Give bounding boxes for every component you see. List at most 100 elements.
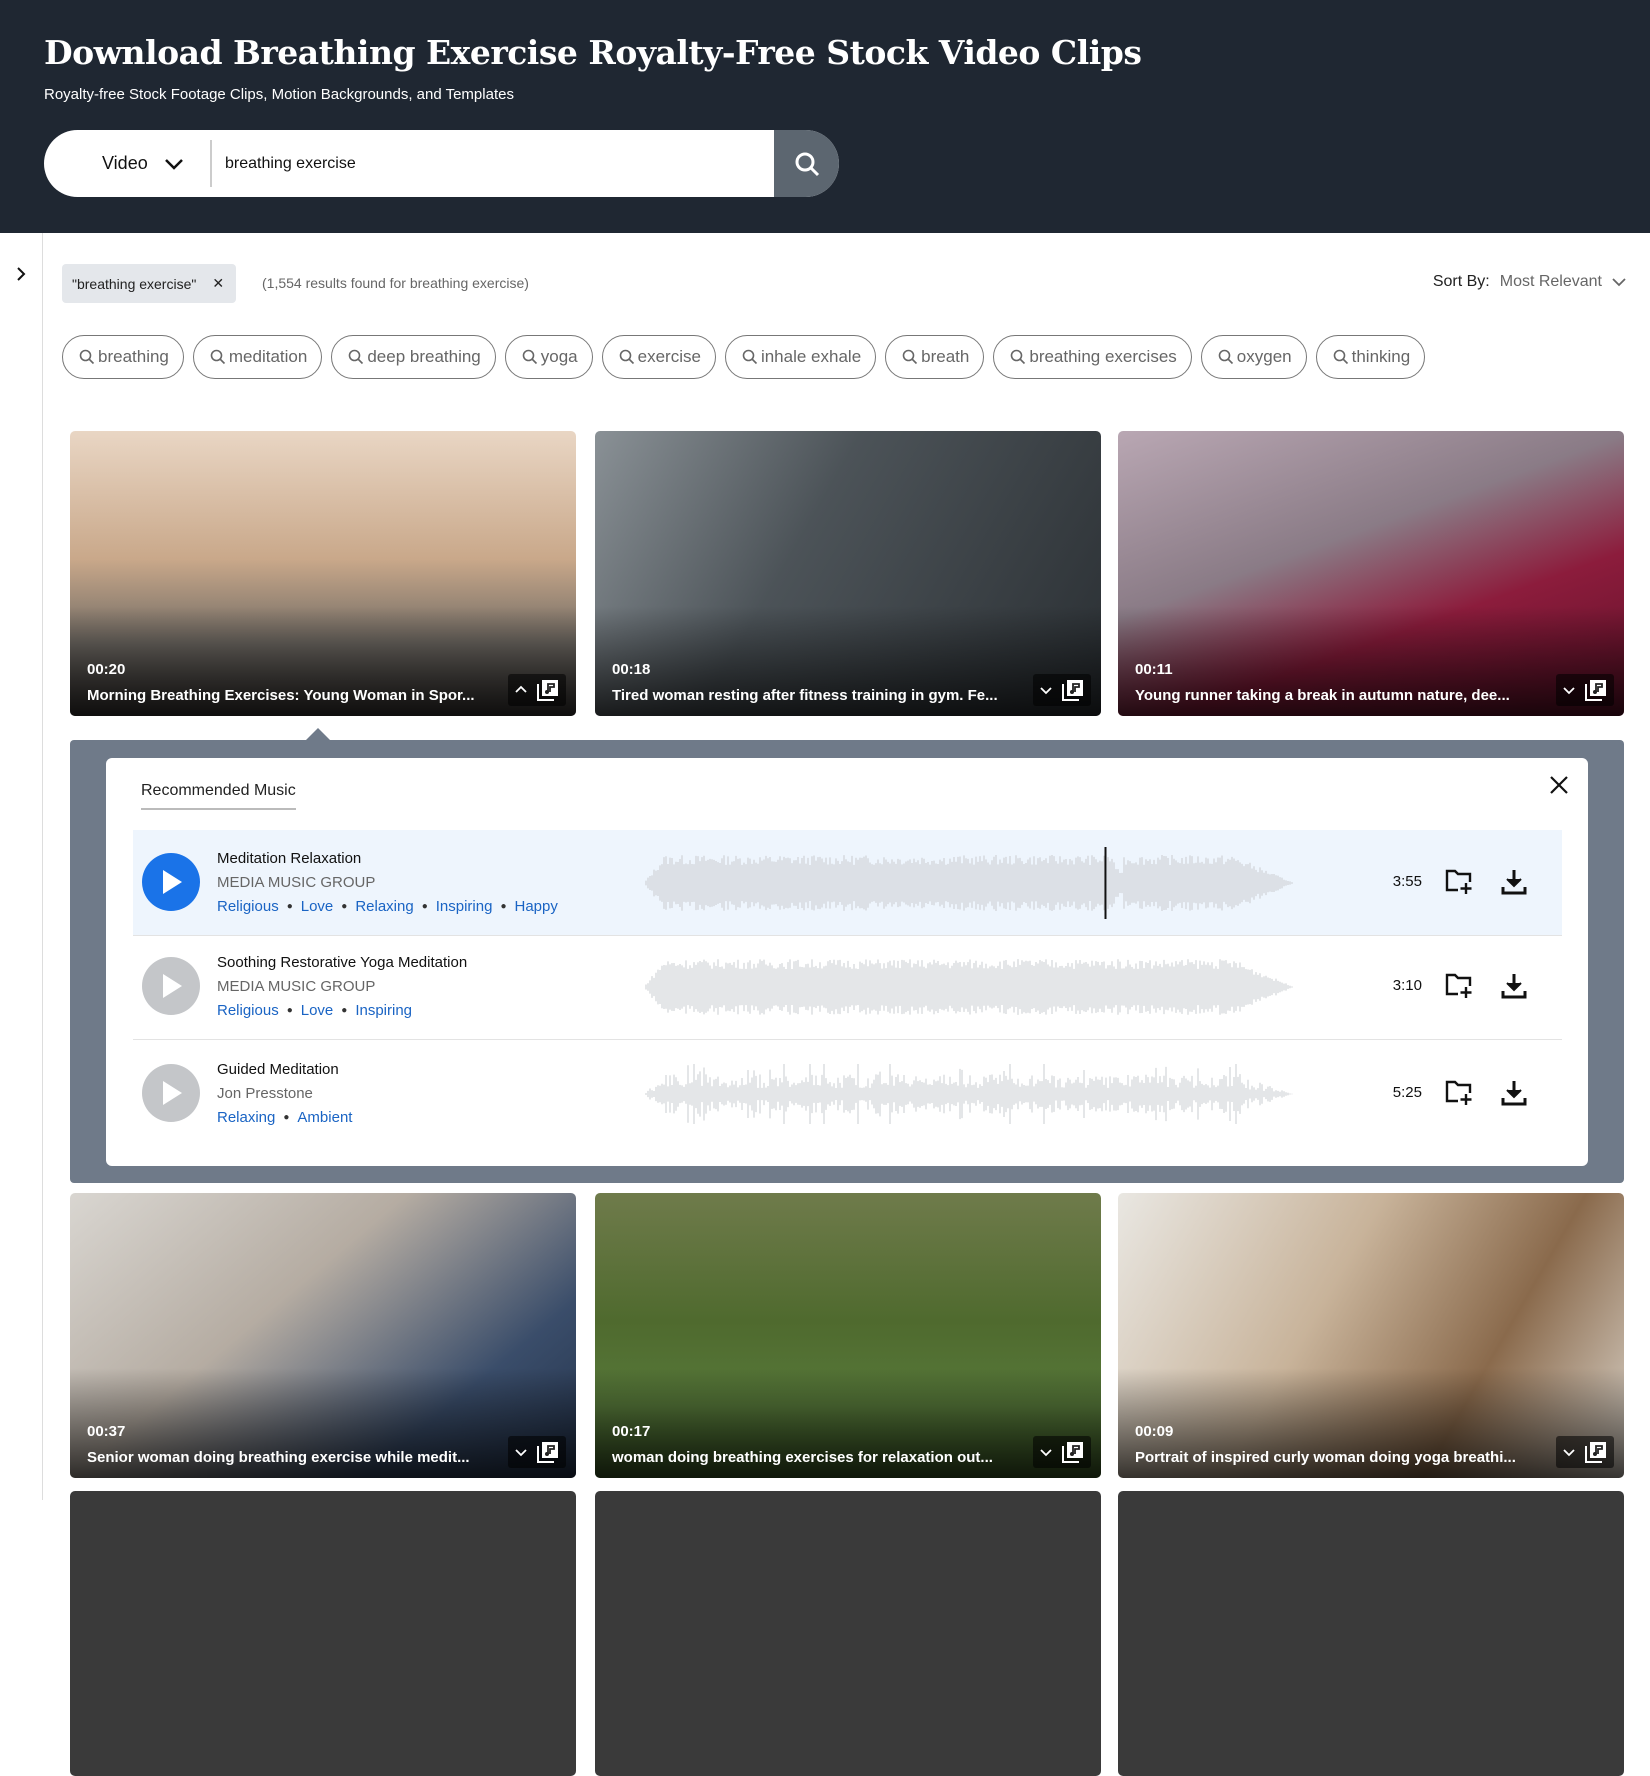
search-button[interactable]	[774, 130, 839, 197]
video-title[interactable]: woman doing breathing exercises for rela…	[612, 1449, 1012, 1466]
play-button[interactable]	[142, 853, 200, 911]
track-artist[interactable]: Jon Presstone	[217, 1085, 313, 1102]
related-tag[interactable]: thinking	[1315, 335, 1426, 379]
sort-value: Most Relevant	[1499, 273, 1602, 290]
music-track-row[interactable]: Meditation Relaxation MEDIA MUSIC GROUP Re…	[133, 830, 1562, 936]
related-tag[interactable]: yoga	[504, 335, 593, 379]
track-tag-link[interactable]: Inspiring	[355, 1002, 412, 1019]
waveform-scrubber[interactable]	[644, 1064, 1294, 1124]
video-title[interactable]: Morning Breathing Exercises: Young Woman…	[87, 687, 487, 704]
related-tag[interactable]: deep breathing	[331, 335, 496, 379]
video-card[interactable]	[1118, 1491, 1624, 1776]
video-duration: 00:18	[612, 661, 651, 678]
related-tag[interactable]: inhale exhale	[724, 335, 877, 379]
add-to-folder-button[interactable]	[1444, 868, 1474, 901]
related-tag[interactable]: breath	[885, 335, 985, 379]
video-title[interactable]: Young runner taking a break in autumn na…	[1135, 687, 1535, 704]
track-title[interactable]: Soothing Restorative Yoga Meditation	[217, 954, 467, 971]
search-input[interactable]	[225, 130, 765, 197]
close-icon[interactable]	[1548, 774, 1570, 796]
chevron-down-icon[interactable]	[1562, 684, 1576, 696]
video-card[interactable]: 00:37 Senior woman doing breathing exerci…	[70, 1193, 576, 1478]
chevron-down-icon[interactable]	[514, 1446, 528, 1458]
track-artist[interactable]: MEDIA MUSIC GROUP	[217, 978, 375, 995]
music-library-icon[interactable]	[1061, 1440, 1085, 1464]
track-tag-link[interactable]: Religious	[217, 898, 279, 915]
video-card[interactable]: 00:09 Portrait of inspired curly woman do…	[1118, 1193, 1624, 1478]
download-button[interactable]	[1500, 1079, 1528, 1112]
tag-label: breathing	[98, 347, 169, 366]
separator-dot: ●	[286, 1005, 293, 1016]
waveform-scrubber[interactable]	[644, 957, 1294, 1017]
track-tag-link[interactable]: Relaxing	[355, 898, 413, 915]
related-tag[interactable]: meditation	[192, 335, 323, 379]
music-library-icon[interactable]	[1584, 1440, 1608, 1464]
chevron-down-icon[interactable]	[1562, 1446, 1576, 1458]
video-card[interactable]: 00:18 Tired woman resting after fitness t…	[595, 431, 1101, 716]
search-icon	[1011, 349, 1026, 365]
track-tag-link[interactable]: Religious	[217, 1002, 279, 1019]
separator-dot: ●	[421, 901, 428, 912]
video-duration: 00:11	[1135, 661, 1173, 678]
expand-sidebar-icon[interactable]	[14, 265, 28, 283]
track-tag-link[interactable]: Ambient	[297, 1109, 352, 1126]
video-card[interactable]	[70, 1491, 576, 1776]
chevron-down-icon[interactable]	[1039, 1446, 1053, 1458]
music-track-row[interactable]: Guided Meditation Jon Presstone Relaxing ● A…	[133, 1041, 1562, 1147]
waveform-scrubber[interactable]	[644, 847, 1294, 919]
track-tag-link[interactable]: Inspiring	[436, 898, 493, 915]
download-button[interactable]	[1500, 868, 1528, 901]
chevron-up-icon[interactable]	[514, 684, 528, 696]
search-icon	[742, 349, 758, 365]
music-library-icon[interactable]	[536, 1440, 560, 1464]
music-library-icon[interactable]	[536, 678, 560, 702]
music-library-icon[interactable]	[1061, 678, 1085, 702]
video-card[interactable]: 00:11 Young runner taking a break in autu…	[1118, 431, 1624, 716]
related-tag[interactable]: breathing exercises	[993, 335, 1192, 379]
card-controls	[1033, 1436, 1091, 1468]
track-tag-link[interactable]: Love	[301, 898, 334, 915]
play-button[interactable]	[142, 1064, 200, 1122]
video-card[interactable]	[595, 1491, 1101, 1776]
track-artist[interactable]: MEDIA MUSIC GROUP	[217, 874, 375, 891]
music-library-icon[interactable]	[1584, 678, 1608, 702]
remove-filter-icon[interactable]: ✕	[212, 275, 224, 292]
music-panel-content: Recommended Music Meditation Relaxation M…	[106, 758, 1588, 1166]
video-title[interactable]: Portrait of inspired curly woman doing y…	[1135, 1449, 1535, 1466]
video-card[interactable]: 00:17 woman doing breathing exercises for…	[595, 1193, 1101, 1478]
download-button[interactable]	[1500, 972, 1528, 1005]
track-title[interactable]: Meditation Relaxation	[217, 850, 361, 867]
search-icon	[619, 349, 634, 365]
media-type-label: Video	[102, 153, 148, 173]
download-icon	[1501, 870, 1527, 895]
tab-recommended-music[interactable]: Recommended Music	[141, 782, 296, 810]
music-track-row[interactable]: Soothing Restorative Yoga Meditation MEDI…	[133, 934, 1562, 1040]
track-tag-link[interactable]: Love	[301, 1002, 334, 1019]
separator-dot: ●	[500, 901, 507, 912]
media-type-select[interactable]: Video	[102, 130, 184, 197]
play-button[interactable]	[142, 957, 200, 1015]
video-title[interactable]: Senior woman doing breathing exercise wh…	[87, 1449, 487, 1466]
related-tag[interactable]: exercise	[601, 335, 716, 379]
add-to-folder-button[interactable]	[1444, 1079, 1474, 1112]
add-to-folder-button[interactable]	[1444, 972, 1474, 1005]
video-card[interactable]: 00:20 Morning Breathing Exercises: Young …	[70, 431, 576, 716]
page-title: Download Breathing Exercise Royalty-Free…	[44, 33, 1142, 72]
video-title[interactable]: Tired woman resting after fitness traini…	[612, 687, 1012, 704]
folder-plus-icon	[1445, 1080, 1472, 1105]
divider	[210, 140, 212, 187]
page-header: Download Breathing Exercise Royalty-Free…	[0, 0, 1650, 233]
active-filter-chip[interactable]: "breathing exercise" ✕	[62, 264, 237, 303]
track-tag-link[interactable]: Relaxing	[217, 1109, 275, 1126]
card-controls	[1556, 1436, 1614, 1468]
track-title[interactable]: Guided Meditation	[217, 1061, 339, 1078]
chevron-down-icon[interactable]	[1039, 684, 1053, 696]
related-tag[interactable]: oxygen	[1200, 335, 1307, 379]
filter-chip-label: "breathing exercise"	[72, 275, 197, 292]
track-tags: Relaxing ● Ambient	[217, 1109, 352, 1126]
card-controls	[508, 674, 566, 706]
separator-dot: ●	[286, 901, 293, 912]
track-tag-link[interactable]: Happy	[515, 898, 558, 915]
sort-dropdown[interactable]: Sort By: Most Relevant	[1433, 273, 1626, 291]
related-tag[interactable]: breathing	[62, 335, 184, 379]
